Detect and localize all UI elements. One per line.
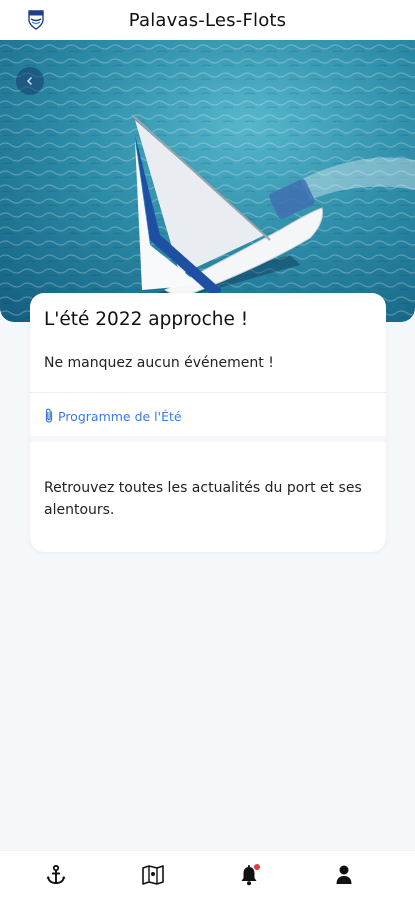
top-app-bar: Palavas-Les-Flots <box>0 0 415 40</box>
card-body: Retrouvez toutes les actualités du port … <box>44 480 362 518</box>
chevron-left-icon <box>26 76 33 86</box>
sailboat-aerial-photo <box>0 40 415 322</box>
nav-item-notifications[interactable] <box>237 863 261 887</box>
user-icon <box>336 865 352 884</box>
anchor-icon <box>46 864 66 884</box>
attachment-link[interactable]: Programme de l'Été <box>44 408 182 424</box>
app-screen: Palavas-Les-Flots L'été 2022 approche ! … <box>0 0 415 900</box>
divider <box>30 392 386 393</box>
section-separator <box>30 436 386 442</box>
nav-item-profile[interactable] <box>332 863 356 887</box>
notification-badge <box>254 864 260 870</box>
news-card: L'été 2022 approche ! Ne manquez aucun é… <box>30 293 386 552</box>
paperclip-icon <box>45 408 53 423</box>
coat-of-arms-icon[interactable] <box>28 10 44 30</box>
hero-image <box>0 40 415 322</box>
bottom-navigation <box>0 850 415 900</box>
page-title: Palavas-Les-Flots <box>128 9 287 31</box>
card-title: L'été 2022 approche ! <box>44 309 249 330</box>
nav-item-map[interactable] <box>141 863 165 887</box>
map-icon <box>142 865 164 885</box>
card-subtitle: Ne manquez aucun événement ! <box>44 355 274 371</box>
nav-item-port[interactable] <box>44 863 68 887</box>
back-button[interactable] <box>16 67 44 95</box>
attachment-label: Programme de l'Été <box>58 408 182 424</box>
